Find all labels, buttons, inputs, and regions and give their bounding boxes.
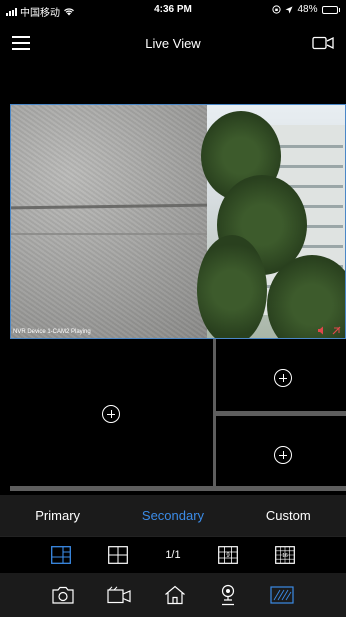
layout-1plus3-icon[interactable]	[50, 546, 71, 564]
status-right: 48%	[272, 4, 340, 15]
page-title: Live View	[145, 36, 201, 51]
video-camera-icon[interactable]	[312, 36, 334, 50]
video-scene-region	[197, 105, 345, 338]
navigation-bar: Live View	[0, 20, 346, 66]
bottom-toolbar	[0, 573, 346, 617]
layout-16-label: 16	[282, 553, 288, 559]
battery-percent: 48%	[297, 4, 318, 15]
fullscreen-icon[interactable]	[269, 586, 294, 604]
empty-tile-large[interactable]	[10, 339, 213, 491]
video-overlay-icons	[317, 326, 341, 335]
orientation-lock-icon	[272, 5, 282, 14]
layout-16-icon[interactable]: 16	[275, 546, 296, 564]
record-icon[interactable]	[332, 326, 341, 335]
top-spacer	[0, 66, 346, 104]
add-camera-icon[interactable]	[274, 369, 292, 387]
tab-primary[interactable]: Primary	[0, 495, 115, 536]
empty-tile-bottom-right[interactable]	[216, 416, 346, 491]
audio-icon[interactable]	[317, 326, 326, 335]
snapshot-icon[interactable]	[52, 586, 74, 604]
battery-icon	[321, 5, 340, 14]
location-icon[interactable]	[219, 584, 237, 606]
layout-bar: 1/1 9 16	[0, 536, 346, 573]
video-wall-region	[11, 105, 208, 338]
tab-secondary[interactable]: Secondary	[115, 495, 230, 536]
main-video-pane[interactable]: NVR Device 1-CAM2 Playing	[10, 104, 346, 339]
add-camera-icon[interactable]	[274, 446, 292, 464]
location-arrow-icon	[285, 6, 293, 13]
home-icon[interactable]	[164, 585, 186, 605]
video-record-icon[interactable]	[107, 586, 131, 604]
stream-tabs: Primary Secondary Custom	[0, 495, 346, 536]
layout-4-icon[interactable]	[108, 546, 128, 564]
add-camera-icon[interactable]	[102, 405, 120, 423]
status-bar: 中国移动 4:36 PM 48%	[0, 0, 346, 20]
page-indicator: 1/1	[165, 549, 181, 561]
camera-status-label: NVR Device 1-CAM2 Playing	[13, 329, 91, 335]
layout-9-icon[interactable]: 9	[218, 546, 238, 564]
empty-tile-top-right[interactable]	[216, 339, 346, 416]
tab-custom[interactable]: Custom	[231, 495, 346, 536]
